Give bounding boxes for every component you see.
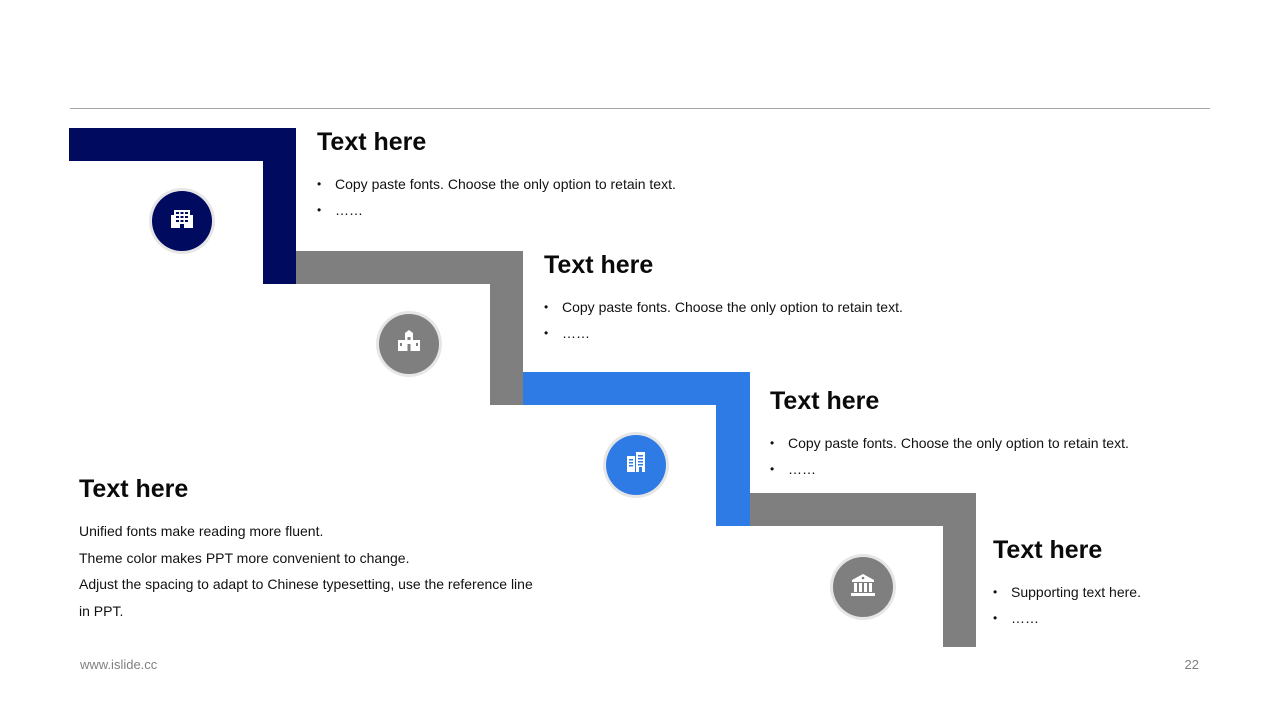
bullet-item: …… [770,456,1129,482]
bank-icon [849,571,877,604]
step-2-horizontal-bar [296,251,523,284]
step-3-vertical-bar [716,372,750,526]
step-2-icon-circle [379,314,439,374]
summary-line: in PPT. [79,602,124,619]
step-1-vertical-bar [263,128,296,284]
summary-text: Unified fonts make reading more fluent. … [79,518,559,624]
summary-line: Adjust the spacing to adapt to Chinese t… [79,576,533,592]
step-4-icon-circle [833,557,893,617]
bullet-item: …… [993,605,1141,631]
city-buildings-icon [395,328,423,361]
step-3-text-block: Text here Copy paste fonts. Choose the o… [770,386,1129,482]
step-1-text-block: Text here Copy paste fonts. Choose the o… [317,127,676,223]
step-2-title: Text here [544,251,654,279]
bullet-item: …… [317,197,676,223]
step-3-bullets: Copy paste fonts. Choose the only option… [770,430,1129,482]
footer-website: www.islide.cc [80,657,158,672]
step-1-title: Text here [317,128,427,156]
bullet-item: Copy paste fonts. Choose the only option… [770,430,1129,456]
apartment-building-icon [622,449,650,482]
summary-block: Text here Unified fonts make reading mor… [79,474,559,624]
summary-title: Text here [79,475,189,503]
bullet-item: …… [544,320,903,346]
step-1-horizontal-bar [69,128,296,161]
step-2-text-block: Text here Copy paste fonts. Choose the o… [544,250,903,346]
top-divider-line [70,108,1210,109]
summary-line: Theme color makes PPT more convenient to… [79,549,410,566]
step-3-title: Text here [770,387,880,415]
step-4-bullets: Supporting text here. …… [993,579,1141,631]
step-2-bullets: Copy paste fonts. Choose the only option… [544,294,903,346]
bullet-item: Copy paste fonts. Choose the only option… [544,294,903,320]
step-2-vertical-bar [490,251,523,405]
page-number: 22 [1184,657,1199,672]
step-4-text-block: Text here Supporting text here. …… [993,535,1141,631]
step-1-icon-circle [152,191,212,251]
bullet-item: Copy paste fonts. Choose the only option… [317,171,676,197]
summary-line: Unified fonts make reading more fluent. [79,523,324,539]
bullet-item: Supporting text here. [993,579,1141,605]
step-4-title: Text here [993,536,1103,564]
step-1-bullets: Copy paste fonts. Choose the only option… [317,171,676,223]
step-4-vertical-bar [943,493,976,647]
office-building-icon [168,205,196,238]
step-3-icon-circle [606,435,666,495]
